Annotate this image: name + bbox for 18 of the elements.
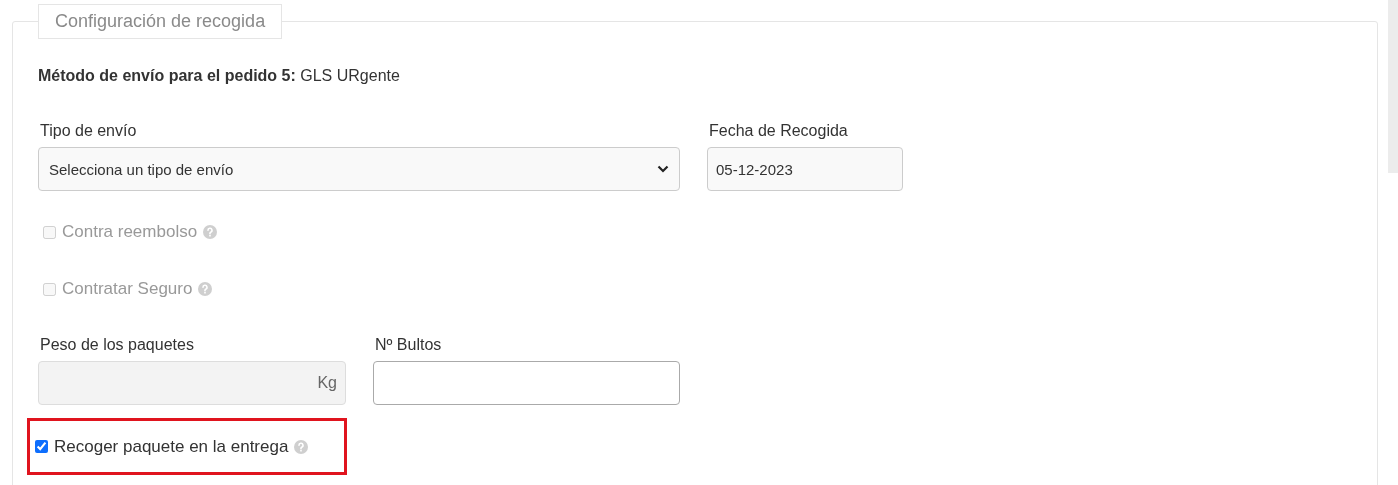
input-field[interactable] (373, 361, 680, 405)
checkbox[interactable] (35, 440, 48, 453)
chevron-down-icon (657, 165, 669, 173)
checkbox-label: Contratar Seguro (62, 278, 193, 300)
date-field[interactable]: 05-12-2023 (707, 147, 903, 191)
help-icon[interactable] (294, 439, 309, 454)
field-label: Tipo de envío (40, 121, 138, 141)
checkbox-label: Contra reembolso (62, 221, 198, 243)
field-label: Peso de los paquetes (40, 335, 195, 355)
checkbox-label: Recoger paquete en la entrega (54, 435, 289, 458)
unit-label: Kg (317, 374, 337, 392)
help-icon[interactable] (203, 225, 218, 239)
shipping-method-text: Método de envío para el pedido 5: GLS URgente (38, 66, 401, 86)
section-legend: Configuración de recogida (38, 4, 283, 39)
shipping-type-select[interactable]: Selecciona un tipo de envío (38, 147, 680, 191)
help-icon[interactable] (198, 282, 213, 296)
field-label: Fecha de Recogida (709, 121, 849, 141)
field-label: Nº Bultos (375, 335, 443, 355)
